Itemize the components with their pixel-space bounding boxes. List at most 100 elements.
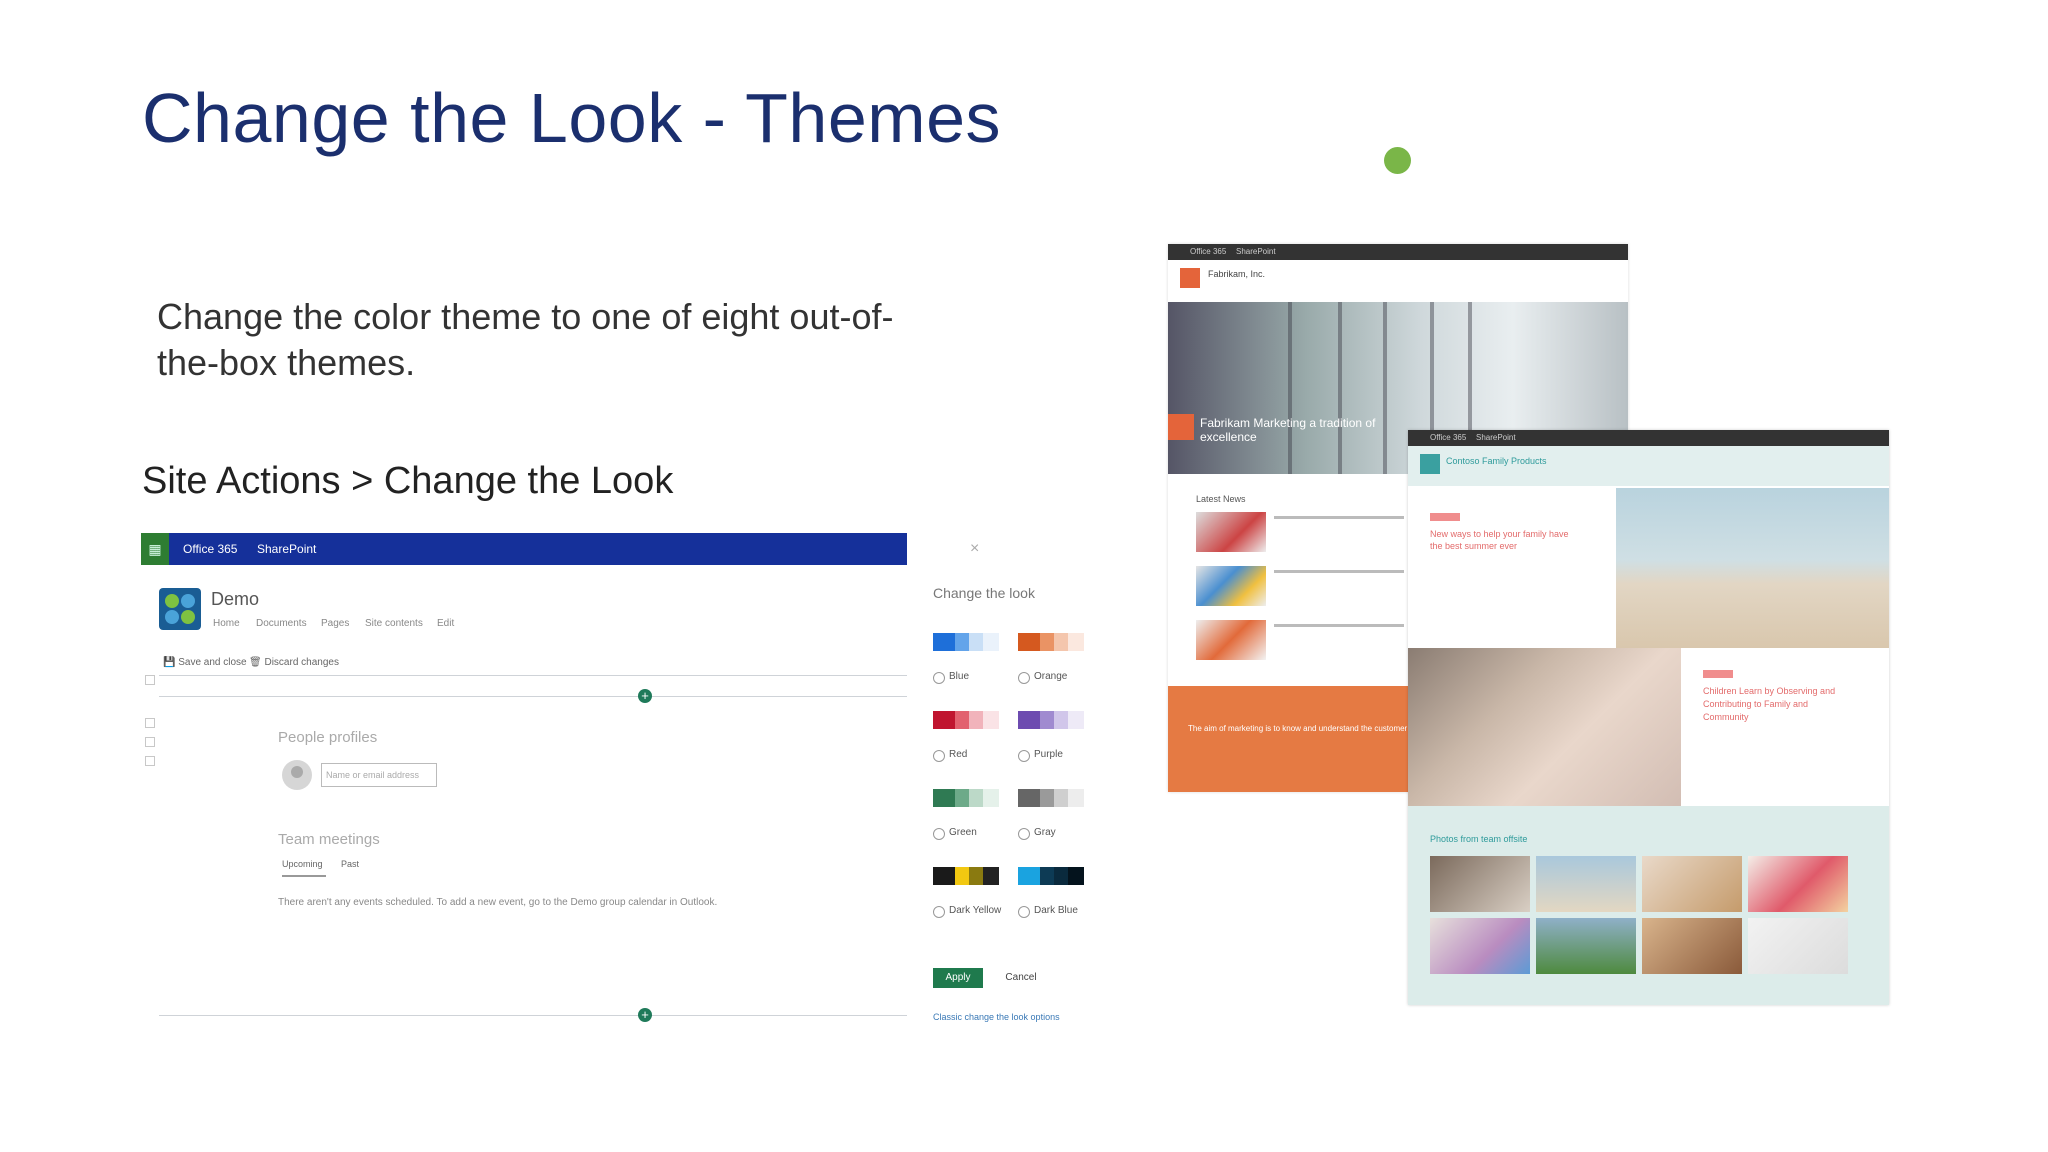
news-thumbnail: [1196, 512, 1266, 552]
hero-caption: Fabrikam Marketing a tradition of excell…: [1200, 416, 1376, 444]
slide-title: Change the Look - Themes: [142, 79, 1002, 157]
theme-swatch[interactable]: [1018, 633, 1084, 651]
nav-site-contents[interactable]: Site contents: [365, 618, 423, 629]
window-pane: [1338, 302, 1342, 474]
photo-gallery-title: Photos from team offsite: [1430, 834, 1528, 844]
window-pane: [1288, 302, 1292, 474]
gallery-photo: [1748, 918, 1848, 974]
swatch-color: [955, 867, 969, 885]
theme-radio[interactable]: [933, 906, 945, 918]
side-tool-icon[interactable]: [145, 737, 155, 747]
swatch-color: [1018, 711, 1040, 729]
person-avatar-icon: [282, 760, 312, 790]
discard-changes-button[interactable]: 🗑 Discard changes: [249, 657, 339, 668]
cancel-button[interactable]: Cancel: [996, 968, 1046, 988]
news-thumbnail: [1196, 620, 1266, 660]
swatch-color: [1068, 789, 1084, 807]
save-and-close-button[interactable]: 💾 Save and close: [163, 657, 247, 668]
theme-swatch[interactable]: [1018, 711, 1084, 729]
swatch-color: [1018, 867, 1040, 885]
section-line: [159, 696, 907, 697]
theme-radio[interactable]: [933, 750, 945, 762]
hero-accent: [1168, 414, 1194, 440]
side-tool-icon[interactable]: [145, 756, 155, 766]
news-card-title: Children Learn by Observing and Contribu…: [1703, 686, 1836, 722]
suite-product-name[interactable]: SharePoint: [257, 542, 316, 556]
swatch-color: [969, 867, 983, 885]
theme-swatch[interactable]: [1018, 867, 1084, 885]
swatch-color: [1040, 789, 1054, 807]
add-section-icon[interactable]: +: [638, 1008, 652, 1022]
swatch-color: [955, 633, 969, 651]
theme-radio[interactable]: [1018, 672, 1030, 684]
theme-radio[interactable]: [1018, 750, 1030, 762]
tab-upcoming[interactable]: Upcoming: [282, 859, 323, 869]
suite-app-name[interactable]: Office 365: [183, 542, 237, 556]
theme-swatch[interactable]: [933, 789, 999, 807]
theme-label: Gray: [1034, 827, 1056, 838]
team-meetings-heading: Team meetings: [278, 831, 380, 848]
app-launcher-icon[interactable]: ▦: [141, 533, 169, 565]
swatch-color: [1054, 867, 1068, 885]
news-text-line: [1274, 516, 1404, 519]
theme-radio[interactable]: [1018, 906, 1030, 918]
swatch-color: [1018, 789, 1040, 807]
divider: [159, 675, 907, 676]
people-search-input[interactable]: Name or email address: [321, 763, 437, 787]
side-tool-icon[interactable]: [145, 675, 155, 685]
swatch-color: [983, 789, 999, 807]
swatch-color: [933, 711, 955, 729]
site-logo: [1180, 268, 1200, 288]
theme-radio[interactable]: [1018, 828, 1030, 840]
theme-label: Red: [949, 749, 968, 760]
tab-past[interactable]: Past: [341, 859, 359, 869]
beach-image: [1616, 488, 1889, 648]
contoso-site-screenshot: Office 365 SharePoint Contoso Family Pro…: [1408, 430, 1889, 1005]
swatch-color: [1068, 633, 1084, 651]
nav-pages[interactable]: Pages: [321, 618, 349, 629]
children-image: [1408, 648, 1681, 808]
side-tool-icon[interactable]: [145, 718, 155, 728]
theme-radio[interactable]: [933, 828, 945, 840]
suite-bar: [141, 533, 907, 565]
theme-label: Dark Blue: [1034, 905, 1078, 916]
swatch-color: [983, 633, 999, 651]
swatch-color: [969, 789, 983, 807]
news-card-title: New ways to help your family have the be…: [1430, 529, 1569, 551]
gallery-photo: [1748, 856, 1848, 912]
discard-label: Discard changes: [264, 657, 339, 668]
apply-button[interactable]: Apply: [933, 968, 983, 988]
theme-swatch[interactable]: [933, 711, 999, 729]
theme-swatch[interactable]: [933, 867, 999, 885]
swatch-color: [1018, 633, 1040, 651]
latest-news-heading: Latest News: [1196, 494, 1246, 504]
change-look-title: Change the look: [933, 585, 1035, 601]
swatch-color: [955, 711, 969, 729]
nav-edit[interactable]: Edit: [437, 618, 454, 629]
news-text-line: [1274, 624, 1404, 627]
classic-options-link[interactable]: Classic change the look options: [933, 1012, 1060, 1022]
nav-home[interactable]: Home: [213, 618, 240, 629]
theme-radio[interactable]: [933, 672, 945, 684]
site-name: Fabrikam, Inc.: [1208, 269, 1266, 279]
category-tag: [1703, 670, 1733, 678]
add-section-icon[interactable]: +: [638, 689, 652, 703]
close-icon[interactable]: ×: [970, 540, 979, 558]
swatch-color: [1068, 711, 1084, 729]
site-logo: [1420, 454, 1440, 474]
swatch-color: [1054, 633, 1068, 651]
site-header: [1408, 446, 1889, 486]
site-name[interactable]: Demo: [211, 589, 259, 610]
theme-swatch[interactable]: [933, 633, 999, 651]
gallery-photo: [1430, 918, 1530, 974]
menu-path-text: Site Actions > Change the Look: [142, 460, 674, 502]
swatch-color: [983, 867, 999, 885]
category-tag: [1430, 513, 1460, 521]
nav-documents[interactable]: Documents: [256, 618, 307, 629]
site-logo: [159, 588, 201, 630]
suite-app-name: Office 365: [1430, 433, 1467, 442]
people-profiles-heading: People profiles: [278, 729, 378, 746]
slide-body-text: Change the color theme to one of eight o…: [157, 296, 894, 383]
theme-swatch[interactable]: [1018, 789, 1084, 807]
theme-label: Dark Yellow: [949, 905, 1002, 916]
